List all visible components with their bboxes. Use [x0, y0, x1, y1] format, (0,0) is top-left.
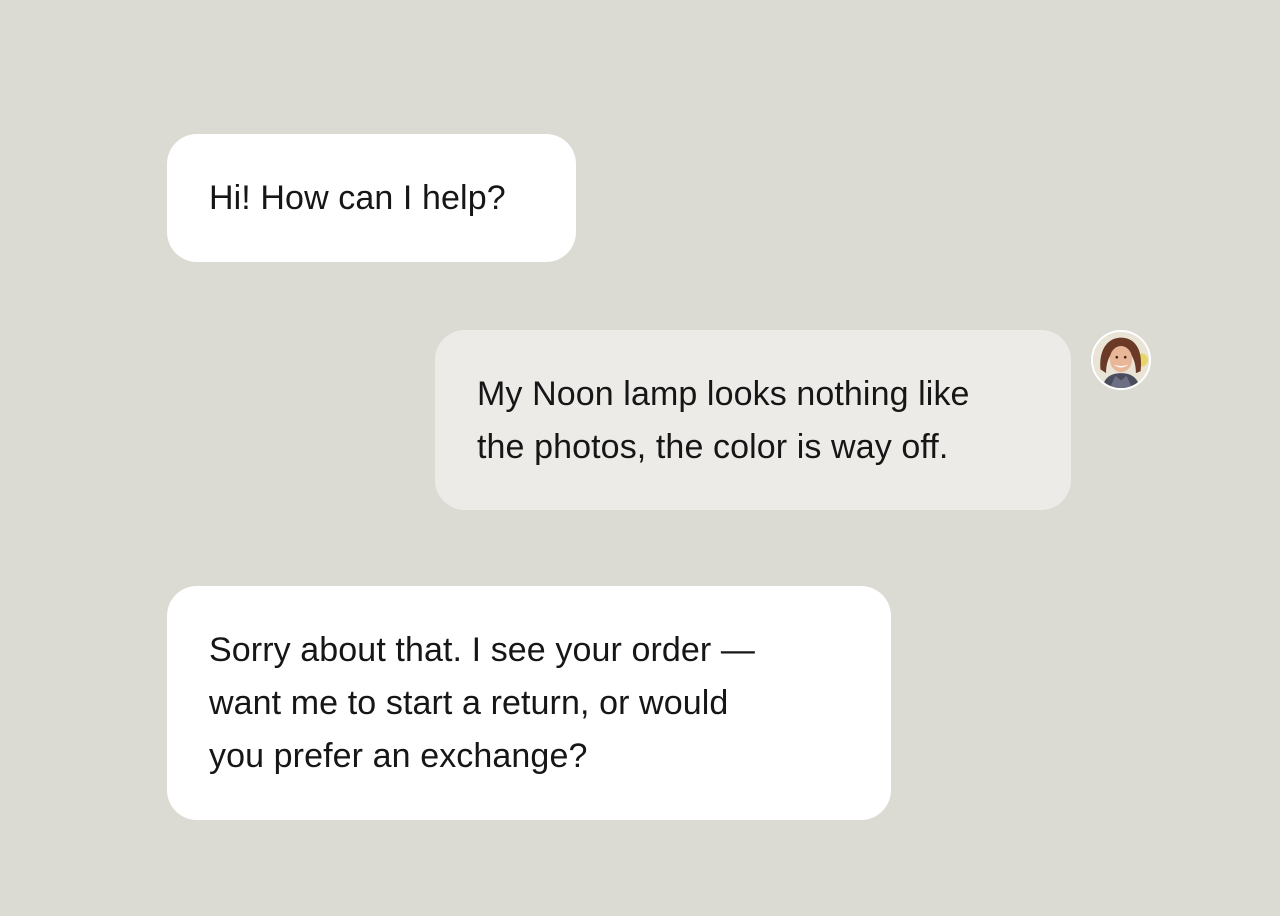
agent-message-bubble: Sorry about that. I see your order — wan… [167, 586, 891, 820]
avatar-photo-icon [1093, 332, 1149, 388]
message-text: the photos, the color is way off. [477, 428, 949, 466]
message-text: Hi! How can I help? [209, 179, 506, 217]
chat-thread: Hi! How can I help? My Noon lamp looks n… [0, 0, 1280, 916]
message-text: want me to start a return, or would [209, 684, 729, 722]
agent-message-bubble: Hi! How can I help? [167, 134, 576, 262]
user-avatar [1091, 330, 1151, 390]
user-message-bubble: My Noon lamp looks nothing like the phot… [435, 330, 1071, 510]
message-text: Sorry about that. I see your order — [209, 631, 755, 669]
message-text: My Noon lamp looks nothing like [477, 375, 970, 413]
message-text: you prefer an exchange? [209, 737, 588, 775]
